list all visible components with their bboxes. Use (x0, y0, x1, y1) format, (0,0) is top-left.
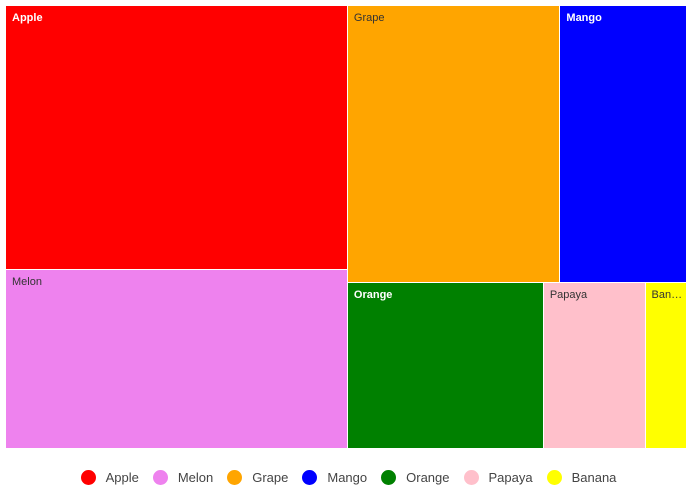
treemap-tile-label: Melon (12, 275, 42, 288)
legend-label: Orange (406, 469, 450, 485)
legend-label: Mango (327, 469, 368, 485)
legend-marker (546, 469, 562, 485)
treemap-tile-papaya[interactable]: Papaya (543, 282, 646, 449)
legend-marker (227, 469, 243, 485)
treemap-tile-orange[interactable]: Orange (347, 282, 544, 449)
treemap-tile-mango[interactable]: Mango (560, 6, 687, 283)
treemap-tile-label: Apple (12, 12, 43, 24)
treemap-tile-grape[interactable]: Grape (347, 6, 561, 283)
treemap-tile-label: Mango (566, 12, 602, 24)
legend-label: Apple (105, 469, 139, 485)
legend-item-banana[interactable]: Banana (546, 469, 617, 485)
legend-marker (302, 469, 318, 485)
legend-item-apple[interactable]: Apple (80, 469, 139, 485)
legend-item-papaya[interactable]: Papaya (463, 469, 533, 485)
legend-label: Banana (571, 469, 617, 485)
treemap-tile-melon[interactable]: Melon (6, 269, 348, 449)
treemap-chart: Apple Melon Grape Mango Orange Papaya Bana... (6, 6, 687, 449)
legend-label: Melon (177, 469, 214, 485)
legend-label: Grape (252, 469, 289, 485)
treemap-tile-label: Papaya (549, 288, 588, 301)
legend-marker (152, 469, 168, 485)
legend-marker (80, 469, 96, 485)
legend-item-orange[interactable]: Orange (381, 469, 450, 485)
chart-legend: Apple Melon Grape Mango Orange Papaya Banana (0, 466, 697, 488)
legend-marker (381, 469, 397, 485)
treemap-tile-apple[interactable]: Apple (6, 6, 348, 270)
treemap-tile-label: Orange (353, 288, 393, 301)
legend-item-melon[interactable]: Melon (152, 469, 214, 485)
legend-item-grape[interactable]: Grape (227, 469, 289, 485)
legend-marker (463, 469, 479, 485)
legend-label: Papaya (488, 469, 533, 485)
treemap-tile-label: Grape (353, 12, 385, 24)
treemap-tile-banana[interactable]: Bana... (645, 282, 687, 449)
treemap-tile-label: Bana... (651, 288, 684, 301)
legend-item-mango[interactable]: Mango (302, 469, 368, 485)
